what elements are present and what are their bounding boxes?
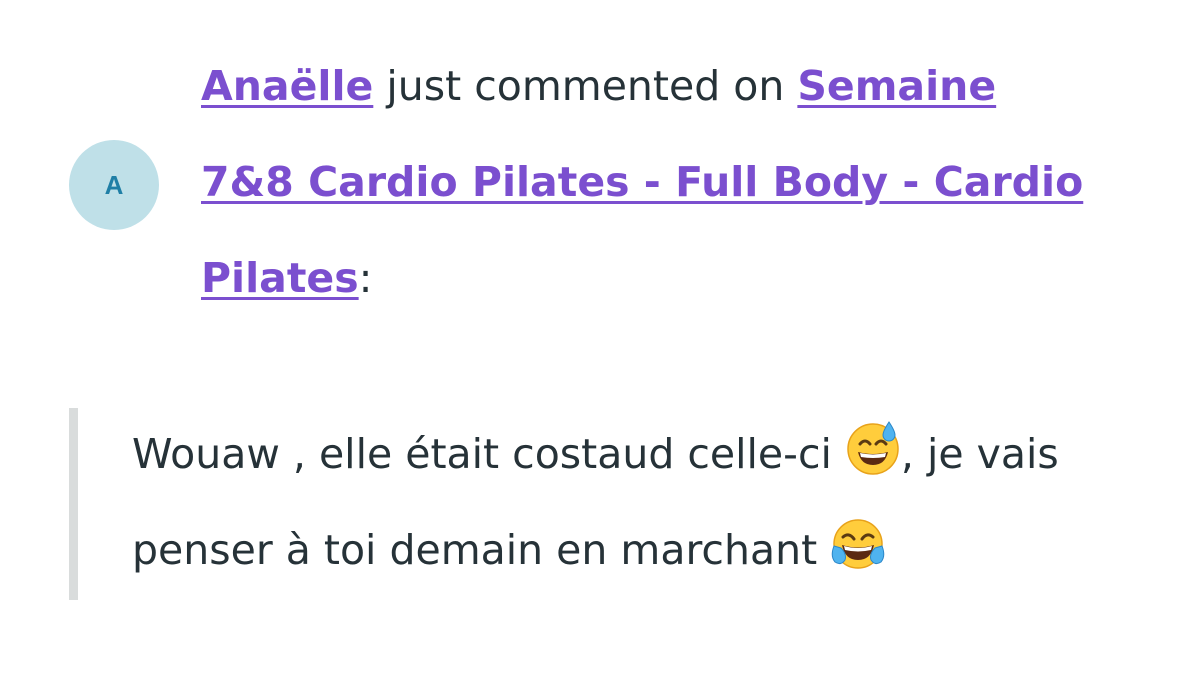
grinning-face-with-sweat-icon [845, 420, 901, 476]
comment-quote: Wouaw , elle était costaud celle-ci , je… [69, 408, 1069, 600]
avatar-initial: A [104, 169, 124, 200]
comment-headline: Anaëlle just commented on Semaine 7&8 Ca… [201, 38, 1101, 326]
comment-body: Wouaw , elle était costaud celle-ci , je… [132, 406, 1072, 598]
headline-suffix: : [358, 254, 373, 302]
comment-text-part1: Wouaw , elle était costaud celle-ci [132, 430, 845, 478]
face-with-tears-of-joy-icon [830, 516, 886, 572]
avatar: A [69, 140, 159, 230]
author-link[interactable]: Anaëlle [201, 62, 373, 110]
headline-action-text: just commented on [373, 62, 798, 110]
